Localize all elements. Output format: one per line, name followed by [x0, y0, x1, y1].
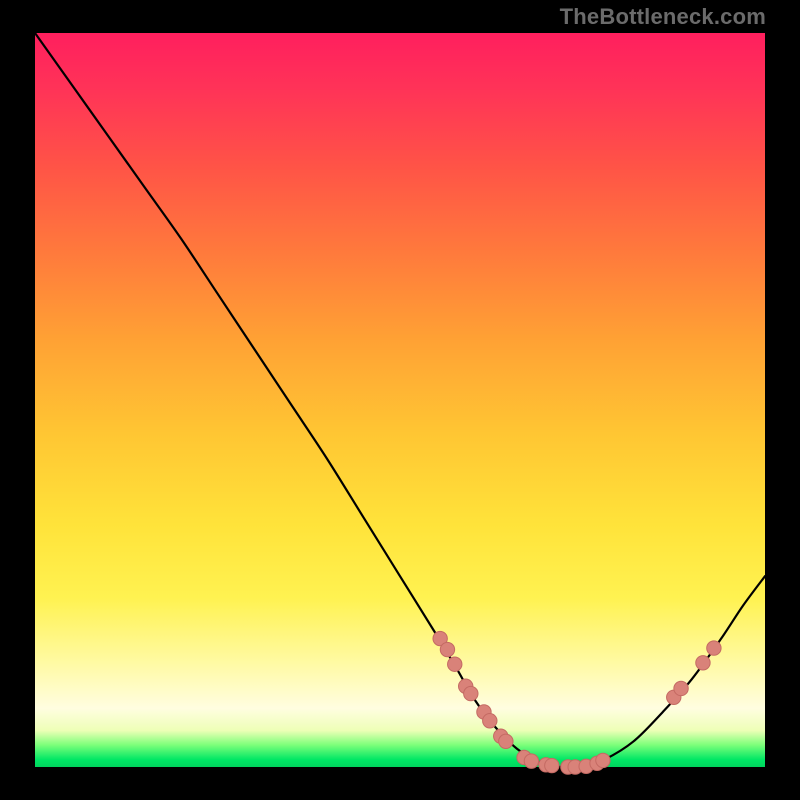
- data-marker: [483, 714, 497, 728]
- attribution-text: TheBottleneck.com: [560, 4, 766, 30]
- data-marker: [596, 753, 610, 767]
- data-marker: [524, 754, 538, 768]
- data-marker: [448, 657, 462, 671]
- data-marker: [545, 758, 559, 772]
- data-marker: [674, 681, 688, 695]
- data-marker: [464, 686, 478, 700]
- data-marker: [696, 656, 710, 670]
- data-marker: [707, 641, 721, 655]
- curve-overlay: [35, 33, 765, 767]
- data-marker: [499, 734, 513, 748]
- data-marker: [440, 642, 454, 656]
- chart-frame: TheBottleneck.com: [0, 0, 800, 800]
- bottleneck-curve: [35, 33, 765, 768]
